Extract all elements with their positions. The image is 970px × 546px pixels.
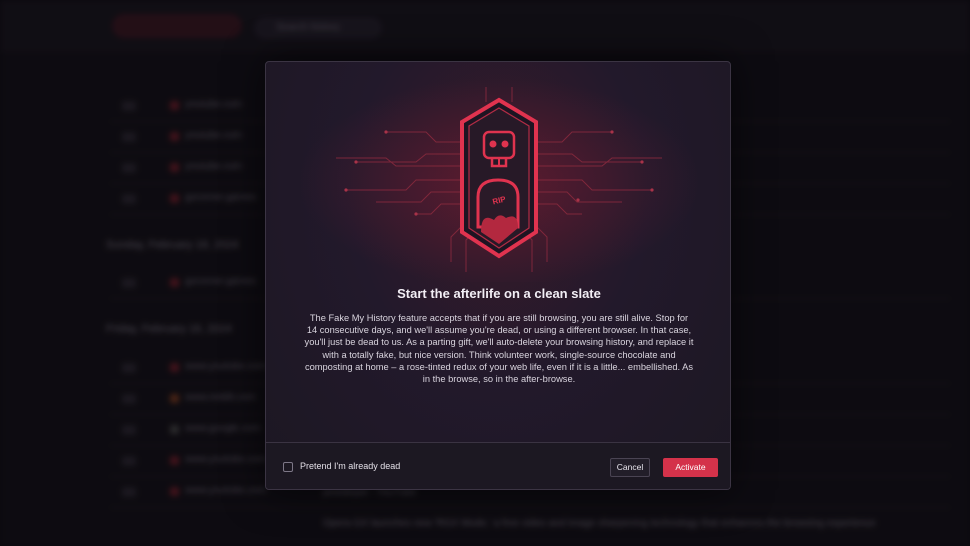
pretend-dead-label[interactable]: Pretend I'm already dead bbox=[300, 461, 400, 471]
pretend-dead-checkbox[interactable] bbox=[283, 462, 293, 472]
afterlife-illustration: RIP bbox=[299, 77, 699, 282]
dialog-footer: Pretend I'm already dead Cancel Activate bbox=[266, 442, 730, 489]
activate-button[interactable]: Activate bbox=[663, 458, 718, 477]
fake-history-dialog: RIP Start the afterlife on a clean slate… bbox=[265, 61, 731, 490]
dialog-title: Start the afterlife on a clean slate bbox=[397, 286, 601, 301]
cancel-button[interactable]: Cancel bbox=[610, 458, 650, 477]
dialog-body-text: The Fake My History feature accepts that… bbox=[304, 313, 694, 385]
